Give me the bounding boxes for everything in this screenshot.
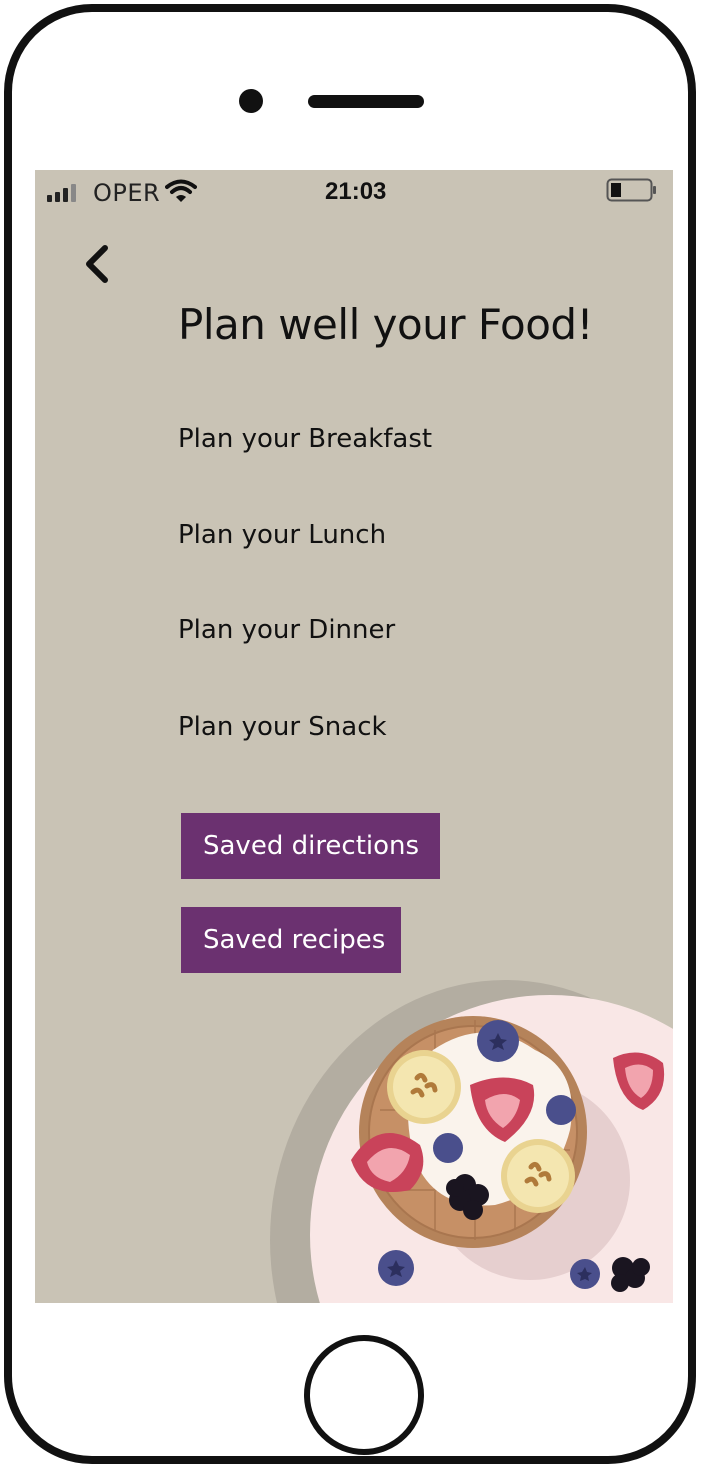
carrier-name: OPER — [93, 179, 161, 207]
menu-item-snack[interactable]: Plan your Snack — [178, 712, 387, 742]
chevron-left-icon — [86, 245, 108, 283]
app-screen: OPER 21:03 Plan well your Food! Plan you… — [35, 170, 673, 1303]
back-button[interactable] — [79, 242, 119, 286]
signal-icon — [47, 182, 83, 202]
menu-item-dinner[interactable]: Plan your Dinner — [178, 615, 395, 645]
banana-slice — [501, 1139, 575, 1213]
strawberry-half — [613, 1052, 665, 1110]
home-button[interactable] — [304, 1335, 424, 1455]
camera-icon — [239, 89, 263, 113]
menu-item-breakfast[interactable]: Plan your Breakfast — [178, 424, 432, 454]
wifi-icon — [165, 179, 197, 202]
saved-directions-button[interactable]: Saved directions — [181, 813, 440, 879]
status-bar: OPER 21:03 — [35, 170, 673, 216]
cream — [408, 1032, 572, 1206]
blackberry — [446, 1174, 650, 1292]
waffle — [359, 1016, 587, 1248]
strawberry-half — [470, 1077, 535, 1142]
saved-recipes-button[interactable]: Saved recipes — [181, 907, 401, 973]
battery-icon — [606, 178, 656, 202]
status-time: 21:03 — [325, 178, 387, 205]
menu-item-lunch[interactable]: Plan your Lunch — [178, 520, 386, 550]
blueberry — [378, 1020, 600, 1289]
plate — [310, 995, 673, 1303]
banana-slice — [387, 1050, 461, 1124]
page-title: Plan well your Food! — [178, 300, 593, 349]
speaker-grille — [308, 95, 424, 108]
strawberry-half — [351, 1133, 424, 1192]
